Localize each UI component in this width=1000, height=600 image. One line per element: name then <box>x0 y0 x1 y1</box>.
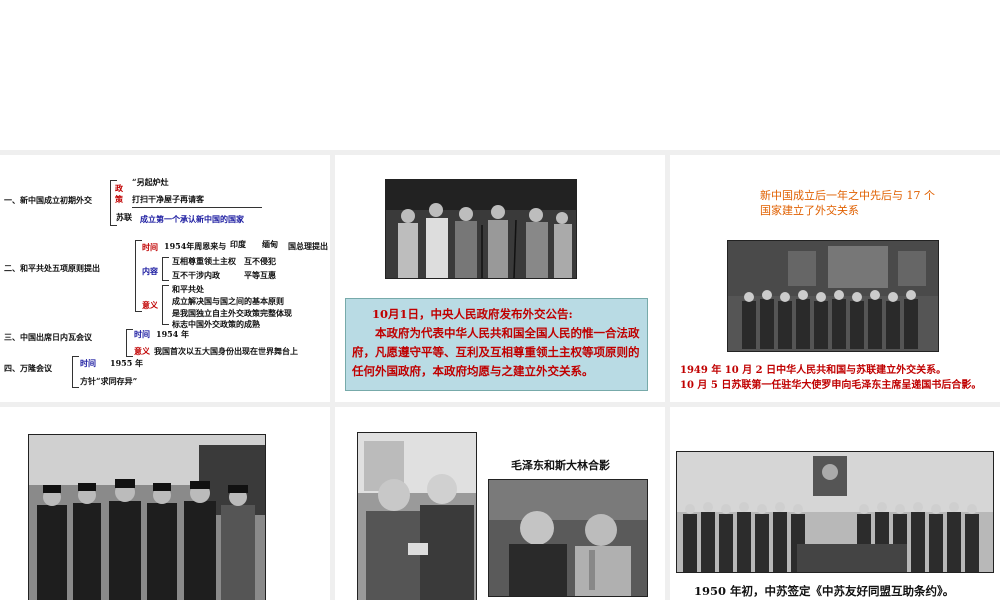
policy-item-1: “另起炉灶 <box>132 177 169 187</box>
bracket <box>135 240 142 312</box>
treaty-signing-photo <box>676 451 994 573</box>
underline <box>132 207 262 208</box>
s4-time-label: 时间 <box>80 358 96 368</box>
soviet-label: 苏联 <box>116 212 132 222</box>
section-4-label: 四、万隆会议 <box>4 363 52 373</box>
relations-caption-2: 10 月 5 日苏联第一任驻华大使罗申向毛泽东主席呈递国书后合影。 <box>680 380 982 391</box>
section-2-label: 二、和平共处五项原则提出 <box>4 263 100 273</box>
bracket <box>162 285 169 325</box>
founding-ceremony-photo <box>385 179 577 279</box>
relations-heading-1: 新中国成立后一年之中先后与 17 个 <box>760 189 935 202</box>
meaning-2: 成立解决国与国之间的基本原则 <box>172 296 284 306</box>
handshake-photo <box>357 432 477 600</box>
s3-time-label: 时间 <box>134 329 150 339</box>
section-3-label: 三、中国出席日内瓦会议 <box>4 332 92 342</box>
time-label: 时间 <box>142 242 158 252</box>
s2-time-tail: 国总理提出 <box>288 241 328 251</box>
top-blank-area <box>0 0 1000 150</box>
treaty-panel: 1950 年初，中苏签定《中苏友好同盟互助条约》。 <box>670 407 1000 600</box>
station-farewell-photo <box>28 434 266 600</box>
mao-stalin-panel: 毛泽东和斯大林合影 <box>335 407 665 600</box>
station-photo-panel <box>0 407 330 600</box>
content-label: 内容 <box>142 266 158 276</box>
proclamation-panel: 10月1日，中央人民政府发布外交公告: 本政府为代表中华人民共和国全国人民的惟一… <box>335 155 665 402</box>
s4-time-value: 1955 年 <box>110 358 144 368</box>
policy-item-2: 打扫干净屋子再请客 <box>132 194 204 204</box>
meaning-label: 意义 <box>142 300 158 310</box>
s4-policy: 方针“求同存异” <box>80 376 138 386</box>
content-1: 互相尊重领土主权 互不侵犯 <box>172 256 276 266</box>
bracket <box>72 356 79 388</box>
meaning-1: 和平共处 <box>172 284 204 294</box>
s3-time-value: 1954 年 <box>156 329 190 339</box>
mao-stalin-caption: 毛泽东和斯大林合影 <box>511 459 610 472</box>
bracket <box>162 257 169 281</box>
soviet-note: 成立第一个承认新中国的国家 <box>140 214 244 224</box>
relations-panel: 新中国成立后一年之中先后与 17 个 国家建立了外交关系 1949 年 10 月… <box>670 155 1000 402</box>
notice-body: 本政府为代表中华人民共和国全国人民的惟一合法政府，凡愿遵守平等、互利及互相尊重领… <box>352 326 640 378</box>
outline-panel: 一、新中国成立初期外交 政策 “另起炉灶 打扫干净屋子再请客 苏联 成立第一个承… <box>0 155 330 402</box>
s3-meaning-text: 我国首次以五大国身份出现在世界舞台上 <box>154 346 298 356</box>
s3-meaning-label: 意义 <box>134 346 150 356</box>
relations-caption-1: 1949 年 10 月 2 日中华人民共和国与苏联建立外交关系。 <box>680 365 947 376</box>
diplomatic-notice-box: 10月1日，中央人民政府发布外交公告: 本政府为代表中华人民共和国全国人民的惟一… <box>345 298 648 391</box>
policy-label: 政策 <box>115 183 123 204</box>
burma-label: 缅甸 <box>262 239 278 249</box>
relations-heading-2: 国家建立了外交关系 <box>760 204 859 217</box>
notice-title: 10月1日，中央人民政府发布外交公告: <box>372 307 573 321</box>
content-2: 互不干涉内政 平等互惠 <box>172 270 276 280</box>
india-label: 印度 <box>230 239 246 249</box>
treaty-caption: 1950 年初，中苏签定《中苏友好同盟互助条约》。 <box>694 584 955 598</box>
soviet-ambassador-photo <box>727 240 939 352</box>
meaning-3: 是我国独立自主外交政策完整体现 <box>172 308 292 318</box>
mao-stalin-photo <box>488 479 648 597</box>
bracket <box>126 329 133 357</box>
s2-time-text: 1954年周恩来与 <box>164 241 227 251</box>
section-1-label: 一、新中国成立初期外交 <box>4 195 92 205</box>
